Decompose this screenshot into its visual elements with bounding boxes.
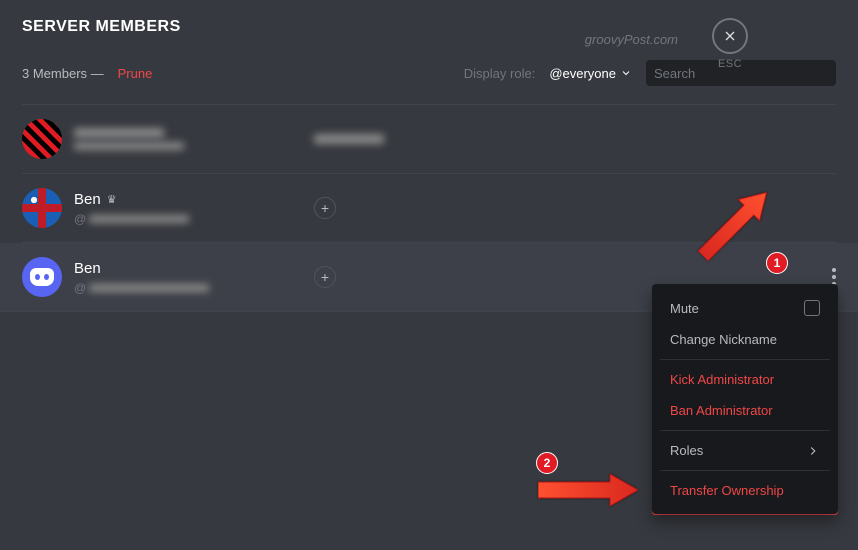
member-row[interactable]: . . . — [22, 105, 836, 174]
at-prefix: @ — [74, 212, 86, 226]
menu-label: Transfer Ownership — [670, 483, 784, 498]
menu-kick[interactable]: Kick Administrator — [660, 364, 830, 395]
esc-label: ESC — [712, 58, 748, 70]
avatar — [22, 188, 62, 228]
add-role-button[interactable]: + — [314, 266, 336, 288]
menu-roles[interactable]: Roles — [660, 435, 830, 466]
menu-mute[interactable]: Mute — [660, 292, 830, 324]
role-selected-value: @everyone — [549, 66, 616, 81]
menu-label: Change Nickname — [670, 332, 777, 347]
add-role-button[interactable]: + — [314, 197, 336, 219]
chevron-down-icon — [620, 67, 632, 79]
menu-ban[interactable]: Ban Administrator — [660, 395, 830, 426]
avatar — [22, 119, 62, 159]
member-tag-redacted: . — [74, 142, 184, 150]
display-role-label: Display role: — [464, 66, 536, 81]
member-name: Ben — [74, 260, 101, 277]
menu-separator — [660, 430, 830, 431]
menu-label: Ban Administrator — [670, 403, 773, 418]
close-icon — [722, 28, 738, 44]
prune-link[interactable]: Prune — [118, 66, 153, 81]
menu-label: Roles — [670, 443, 703, 458]
close-button[interactable] — [712, 18, 748, 54]
member-tag-redacted: . — [89, 284, 209, 292]
role-filter-select[interactable]: @everyone — [549, 66, 632, 81]
context-menu: Mute Change Nickname Kick Administrator … — [652, 284, 838, 514]
member-count: 3 Members — — [22, 66, 104, 81]
watermark: groovyPost.com — [585, 32, 678, 47]
mute-checkbox[interactable] — [804, 300, 820, 316]
menu-label: Mute — [670, 301, 699, 316]
member-tag-redacted: . — [89, 215, 189, 223]
annotation-arrow — [538, 470, 638, 515]
menu-transfer-ownership[interactable]: Transfer Ownership — [660, 475, 830, 506]
page-title: SERVER MEMBERS — [22, 18, 181, 36]
discord-logo-icon — [30, 268, 54, 286]
member-name-redacted: . — [74, 128, 164, 138]
avatar — [22, 257, 62, 297]
annotation-badge: 2 — [536, 452, 558, 474]
menu-label: Kick Administrator — [670, 372, 774, 387]
annotation-badge: 1 — [766, 252, 788, 274]
menu-separator — [660, 470, 830, 471]
role-chip-redacted: . — [314, 134, 384, 144]
chevron-right-icon — [806, 444, 820, 458]
member-name: Ben — [74, 191, 101, 208]
menu-change-nickname[interactable]: Change Nickname — [660, 324, 830, 355]
owner-crown-icon: ♛ — [107, 193, 117, 206]
at-prefix: @ — [74, 281, 86, 295]
menu-separator — [660, 359, 830, 360]
